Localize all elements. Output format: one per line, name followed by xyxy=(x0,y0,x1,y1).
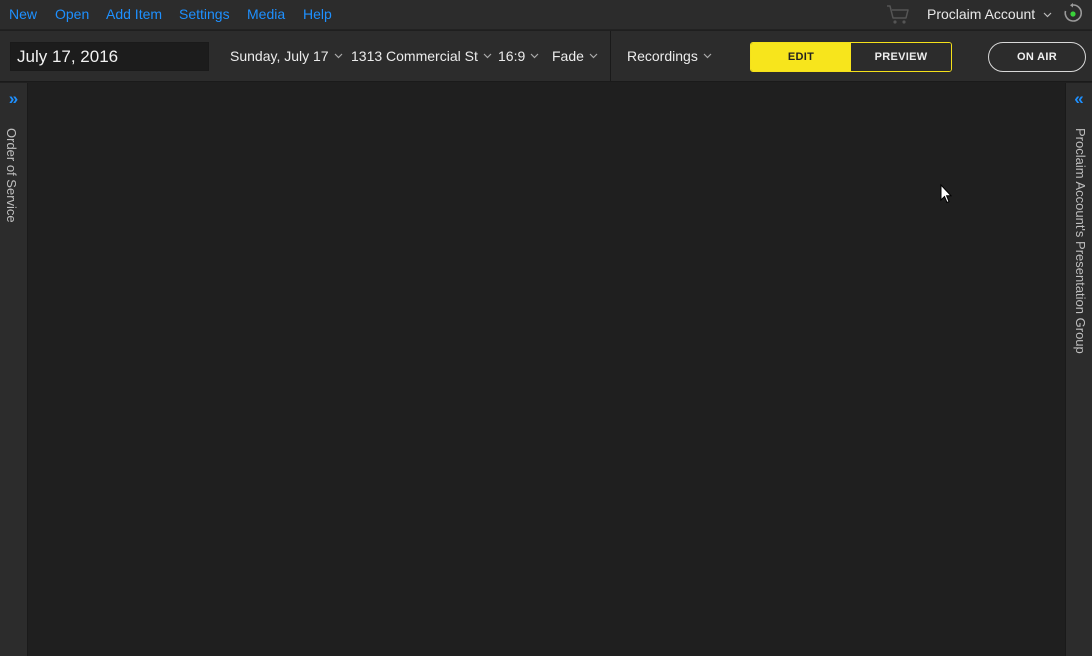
main-workspace xyxy=(29,83,1065,656)
chevron-down-icon xyxy=(703,53,712,59)
menu-media[interactable]: Media xyxy=(247,6,285,22)
expand-left-panel-button[interactable]: » xyxy=(0,89,27,109)
transition-label: Fade xyxy=(552,48,584,64)
presentation-group-label[interactable]: Proclaim Account's Presentation Group xyxy=(1073,128,1088,354)
service-day-label: Sunday, July 17 xyxy=(230,48,329,64)
on-air-button[interactable]: ON AIR xyxy=(988,42,1086,72)
edit-preview-toggle: EDIT PREVIEW xyxy=(750,42,952,72)
aspect-ratio-label: 16:9 xyxy=(498,48,526,64)
account-name: Proclaim Account xyxy=(927,6,1036,22)
location-label: 1313 Commercial St xyxy=(351,48,478,64)
menu-open[interactable]: Open xyxy=(55,6,89,22)
location-dropdown[interactable]: 1313 Commercial St xyxy=(351,48,492,64)
service-day-dropdown[interactable]: Sunday, July 17 xyxy=(230,48,343,64)
menu-help[interactable]: Help xyxy=(303,6,332,22)
chevron-down-icon xyxy=(589,53,598,59)
menu-settings[interactable]: Settings xyxy=(179,6,230,22)
menu-bar: New Open Add Item Settings Media Help Pr… xyxy=(0,0,1092,30)
aspect-ratio-dropdown[interactable]: 16:9 xyxy=(498,48,539,64)
shopping-cart-icon[interactable] xyxy=(885,3,911,25)
expand-right-panel-button[interactable]: « xyxy=(1066,89,1092,109)
chevron-down-icon xyxy=(483,53,492,59)
order-of-service-rail: » Order of Service xyxy=(0,83,28,656)
chevron-down-icon xyxy=(1043,12,1052,18)
sync-icon[interactable] xyxy=(1062,2,1084,26)
account-menu[interactable]: Proclaim Account xyxy=(927,6,1052,22)
service-date-input[interactable] xyxy=(10,42,209,71)
proclaim-app: New Open Add Item Settings Media Help Pr… xyxy=(0,0,1092,656)
recordings-label: Recordings xyxy=(627,48,698,64)
presentation-group-rail: « Proclaim Account's Presentation Group xyxy=(1065,83,1092,656)
menu-new[interactable]: New xyxy=(9,6,37,22)
order-of-service-label[interactable]: Order of Service xyxy=(4,128,19,223)
recordings-dropdown[interactable]: Recordings xyxy=(627,48,712,64)
toolbar: Sunday, July 17 1313 Commercial St 16:9 … xyxy=(0,31,1092,82)
menu-add-item[interactable]: Add Item xyxy=(106,6,162,22)
mouse-cursor-icon xyxy=(940,184,952,204)
chevron-down-icon xyxy=(334,53,343,59)
chevron-down-icon xyxy=(530,53,539,59)
edit-mode-button[interactable]: EDIT xyxy=(751,43,851,71)
preview-mode-button[interactable]: PREVIEW xyxy=(851,43,951,71)
transition-dropdown[interactable]: Fade xyxy=(552,48,598,64)
toolbar-divider xyxy=(610,31,611,82)
